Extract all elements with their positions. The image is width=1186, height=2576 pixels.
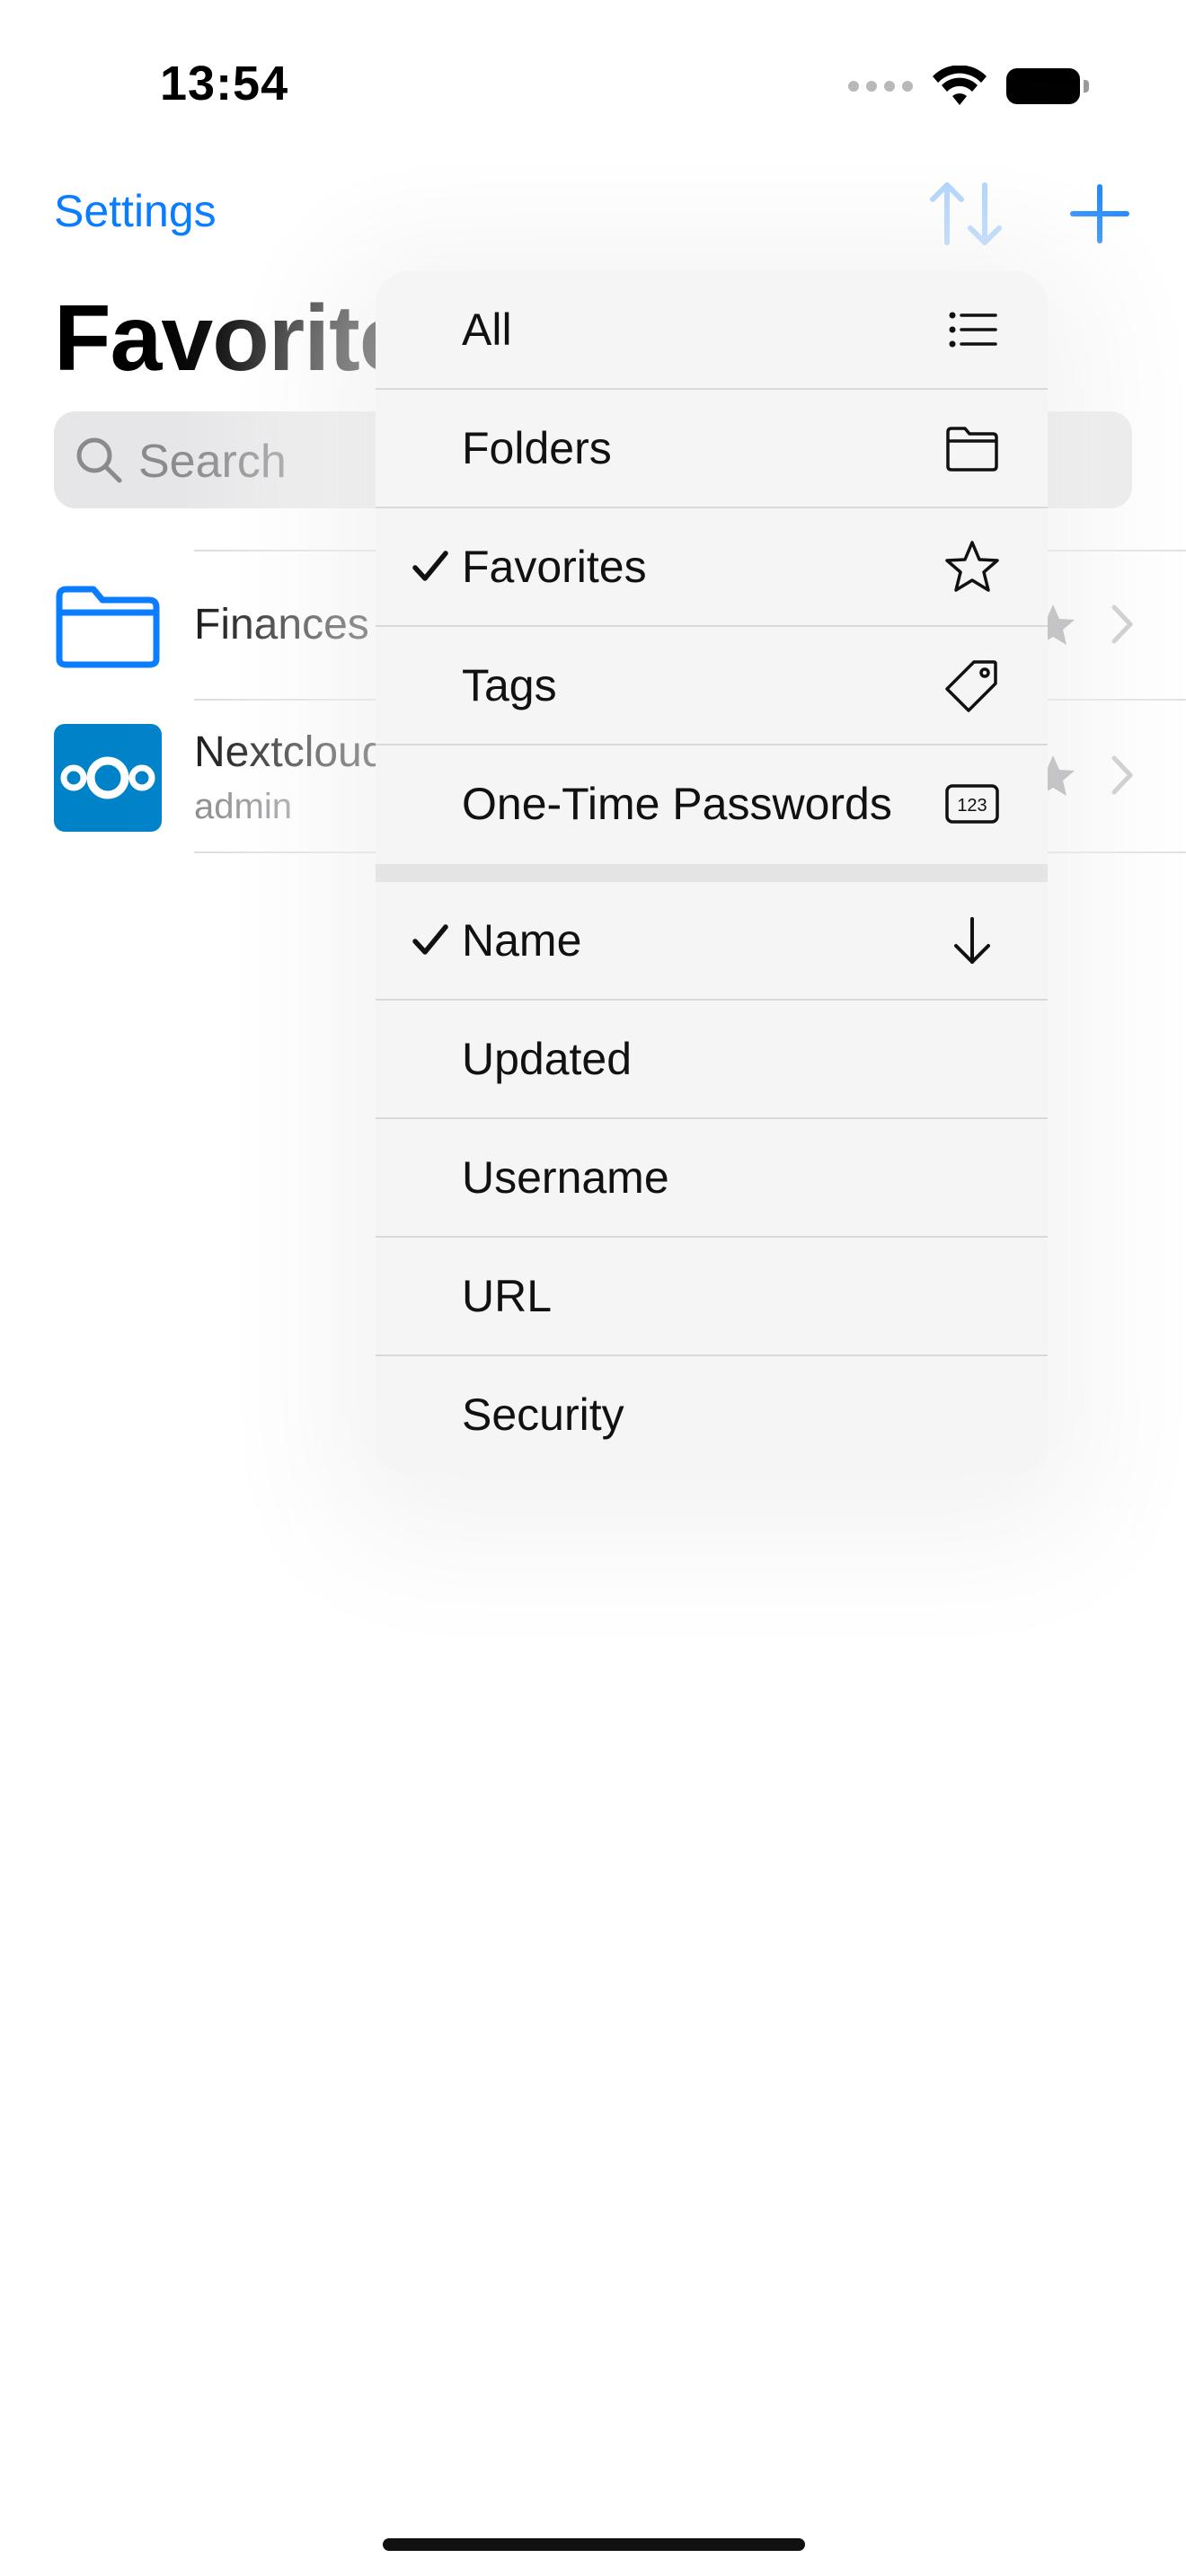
menu-item-label: Folders: [462, 423, 612, 473]
menu-item-label: Name: [462, 915, 582, 966]
menu-group-divider: [376, 864, 1048, 882]
battery-icon: [1006, 68, 1089, 104]
menu-item-folders[interactable]: Folders: [376, 390, 1048, 507]
menu-item-label: One-Time Passwords: [462, 779, 892, 829]
menu-item-label: Username: [462, 1152, 669, 1203]
list-item-title: Nextcloud: [194, 728, 386, 776]
number-123-icon: 123: [945, 784, 999, 824]
wifi-icon: [933, 66, 987, 105]
settings-button[interactable]: Settings: [54, 185, 217, 237]
list-item-subtitle: admin: [194, 787, 292, 826]
menu-item-label: All: [462, 304, 512, 355]
nextcloud-logo-icon: [54, 724, 162, 832]
menu-item-sort-security[interactable]: Security: [376, 1356, 1048, 1473]
menu-item-sort-username[interactable]: Username: [376, 1119, 1048, 1236]
menu-item-all[interactable]: All: [376, 271, 1048, 388]
folder-icon: [946, 427, 998, 472]
chevron-right-icon: [1111, 604, 1133, 644]
cellular-signal-icon: [848, 81, 913, 92]
add-button[interactable]: [1064, 178, 1136, 250]
checkmark-icon: [412, 551, 448, 581]
status-icons: [848, 65, 1089, 108]
star-icon: [945, 541, 999, 592]
menu-item-favorites[interactable]: Favorites: [376, 508, 1048, 625]
menu-item-label: Updated: [462, 1034, 633, 1084]
arrow-down-icon: [954, 917, 990, 964]
menu-item-one-time-passwords[interactable]: One-Time Passwords 123: [376, 745, 1048, 862]
home-indicator[interactable]: [383, 2538, 805, 2551]
status-time: 13:54: [160, 57, 289, 110]
svg-text:123: 123: [957, 796, 987, 816]
menu-item-label: Favorites: [462, 542, 647, 592]
chevron-right-icon: [1111, 755, 1133, 795]
menu-item-sort-url[interactable]: URL: [376, 1238, 1048, 1354]
tag-icon: [945, 660, 997, 712]
menu-item-label: Security: [462, 1389, 624, 1440]
menu-item-sort-updated[interactable]: Updated: [376, 1001, 1048, 1117]
menu-item-tags[interactable]: Tags: [376, 627, 1048, 744]
list-icon: [949, 312, 997, 348]
sort-filter-button[interactable]: [925, 178, 1006, 250]
menu-item-sort-name[interactable]: Name: [376, 882, 1048, 999]
checkmark-icon: [412, 924, 448, 955]
list-item-title: Finances: [194, 601, 369, 648]
search-icon: [76, 437, 122, 483]
search-placeholder: Search: [138, 436, 287, 488]
menu-item-label: URL: [462, 1271, 553, 1321]
menu-item-label: Tags: [462, 660, 557, 710]
filter-sort-menu: All Folders Favorites Tags One-Time Pass…: [376, 271, 1048, 1475]
folder-icon: [56, 586, 160, 668]
